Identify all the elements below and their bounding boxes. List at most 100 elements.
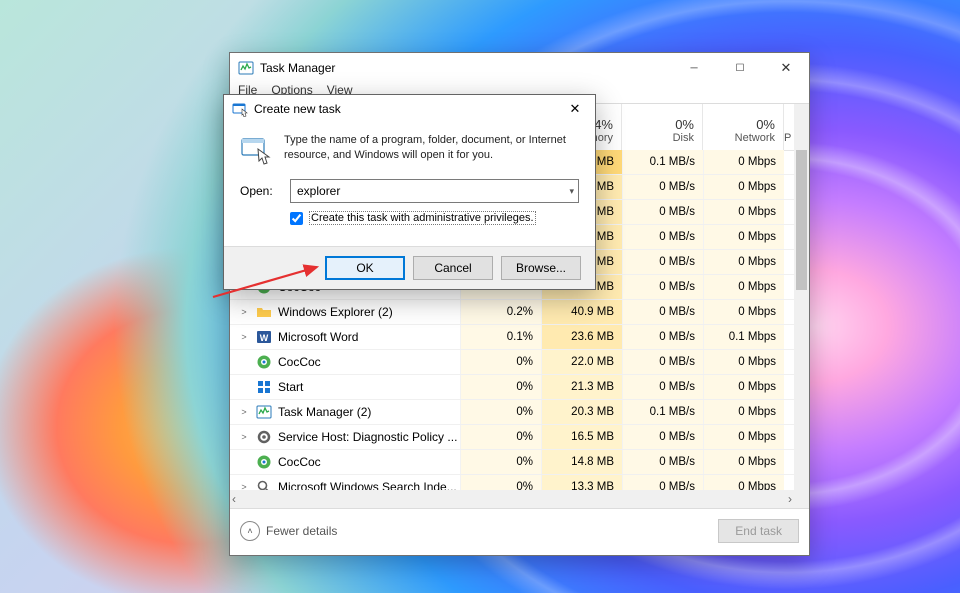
- browse-button[interactable]: Browse...: [501, 256, 581, 280]
- memory-cell: 22.0 MB: [541, 350, 622, 374]
- dialog-titlebar[interactable]: Create new task ✕: [224, 95, 595, 123]
- disk-cell: 0.1 MB/s: [622, 150, 703, 174]
- expand-icon[interactable]: >: [238, 307, 250, 317]
- expand-icon[interactable]: >: [238, 432, 250, 442]
- end-task-button[interactable]: End task: [718, 519, 799, 543]
- process-icon: [256, 454, 272, 470]
- process-icon: W: [256, 329, 272, 345]
- cancel-button[interactable]: Cancel: [413, 256, 493, 280]
- fewer-details-button[interactable]: ˄ Fewer details: [240, 521, 337, 541]
- cpu-cell: 0%: [460, 400, 541, 424]
- open-label: Open:: [240, 184, 280, 198]
- memory-cell: 40.9 MB: [541, 300, 622, 324]
- cpu-cell: 0.2%: [460, 300, 541, 324]
- disk-cell: 0 MB/s: [622, 475, 703, 490]
- disk-cell: 0 MB/s: [622, 225, 703, 249]
- disk-cell: 0 MB/s: [622, 350, 703, 374]
- run-large-icon: [240, 133, 272, 165]
- table-row[interactable]: > Windows Explorer (2) 0.2%40.9 MB0 MB/s0 …: [230, 300, 794, 325]
- admin-checkbox[interactable]: [290, 212, 303, 225]
- process-name: Service Host: Diagnostic Policy ...: [278, 430, 457, 444]
- table-row[interactable]: > Microsoft Windows Search Inde...0%13.3 …: [230, 475, 794, 490]
- process-name: Windows Explorer (2): [278, 305, 393, 319]
- taskmgr-icon: [238, 60, 254, 76]
- network-cell: 0 Mbps: [703, 300, 784, 324]
- disk-cell: 0 MB/s: [622, 300, 703, 324]
- disk-cell: 0 MB/s: [622, 375, 703, 399]
- dialog-close-button[interactable]: ✕: [555, 95, 595, 123]
- memory-cell: 14.8 MB: [541, 450, 622, 474]
- disk-cell: 0 MB/s: [622, 425, 703, 449]
- network-cell: 0 Mbps: [703, 375, 784, 399]
- network-cell: 0 Mbps: [703, 350, 784, 374]
- network-cell: 0 Mbps: [703, 400, 784, 424]
- minimize-button[interactable]: ─: [671, 53, 717, 83]
- network-cell: 0 Mbps: [703, 275, 784, 299]
- disk-cell: 0 MB/s: [622, 200, 703, 224]
- process-icon: [256, 479, 272, 490]
- memory-cell: 20.3 MB: [541, 400, 622, 424]
- cpu-cell: 0%: [460, 425, 541, 449]
- admin-label: Create this task with administrative pri…: [309, 211, 536, 225]
- memory-cell: 21.3 MB: [541, 375, 622, 399]
- process-name: CocCoc: [278, 455, 321, 469]
- svg-text:W: W: [260, 333, 269, 343]
- process-name: Task Manager (2): [278, 405, 371, 419]
- run-icon: [232, 101, 248, 117]
- expand-icon[interactable]: >: [238, 482, 250, 490]
- disk-cell: 0 MB/s: [622, 175, 703, 199]
- expand-icon[interactable]: >: [238, 407, 250, 417]
- memory-cell: 13.3 MB: [541, 475, 622, 490]
- cpu-cell: 0%: [460, 475, 541, 490]
- table-row[interactable]: CocCoc 0%22.0 MB0 MB/s0 Mbps: [230, 350, 794, 375]
- table-row[interactable]: Start 0%21.3 MB0 MB/s0 Mbps: [230, 375, 794, 400]
- disk-cell: 0 MB/s: [622, 325, 703, 349]
- titlebar[interactable]: Task Manager ─ ☐ ✕: [230, 53, 809, 83]
- column-extra[interactable]: P: [783, 104, 794, 150]
- process-icon: [256, 429, 272, 445]
- chevron-down-icon: ▾: [569, 186, 574, 197]
- close-button[interactable]: ✕: [763, 53, 809, 83]
- disk-cell: 0 MB/s: [622, 250, 703, 274]
- dialog-description: Type the name of a program, folder, docu…: [284, 133, 579, 165]
- process-name: Microsoft Windows Search Inde...: [278, 480, 457, 490]
- window-title: Task Manager: [260, 61, 671, 75]
- create-new-task-dialog: Create new task ✕ Type the name of a pro…: [223, 94, 596, 290]
- open-value: explorer: [297, 184, 340, 198]
- vertical-scrollbar[interactable]: [794, 104, 809, 508]
- network-cell: 0 Mbps: [703, 450, 784, 474]
- table-row[interactable]: CocCoc0%14.8 MB0 MB/s0 Mbps: [230, 450, 794, 475]
- network-cell: 0 Mbps: [703, 150, 784, 174]
- chevron-up-icon: ˄: [240, 521, 260, 541]
- network-cell: 0 Mbps: [703, 425, 784, 449]
- process-name: Start: [278, 380, 303, 394]
- process-name: CocCoc: [278, 355, 321, 369]
- cpu-cell: 0%: [460, 350, 541, 374]
- cpu-cell: 0%: [460, 375, 541, 399]
- open-combobox[interactable]: explorer ▾: [290, 179, 579, 203]
- maximize-button[interactable]: ☐: [717, 53, 763, 83]
- process-icon: [256, 379, 272, 395]
- ok-button[interactable]: OK: [325, 256, 405, 280]
- expand-icon[interactable]: >: [238, 332, 250, 342]
- memory-cell: 23.6 MB: [541, 325, 622, 349]
- column-network[interactable]: 0%Network: [702, 104, 783, 150]
- disk-cell: 0 MB/s: [622, 275, 703, 299]
- table-row[interactable]: > Task Manager (2) 0%20.3 MB0.1 MB/s0 Mbps: [230, 400, 794, 425]
- network-cell: 0 Mbps: [703, 200, 784, 224]
- disk-cell: 0 MB/s: [622, 450, 703, 474]
- network-cell: 0 Mbps: [703, 475, 784, 490]
- table-row[interactable]: > W Microsoft Word 0.1%23.6 MB0 MB/s0.1 Mbp…: [230, 325, 794, 350]
- dialog-title: Create new task: [254, 102, 555, 116]
- network-cell: 0 Mbps: [703, 175, 784, 199]
- cpu-cell: 0.1%: [460, 325, 541, 349]
- admin-checkbox-row[interactable]: Create this task with administrative pri…: [290, 211, 579, 225]
- process-icon: [256, 404, 272, 420]
- column-disk[interactable]: 0%Disk: [621, 104, 702, 150]
- network-cell: 0.1 Mbps: [703, 325, 784, 349]
- table-row[interactable]: > Service Host: Diagnostic Policy ...0%16…: [230, 425, 794, 450]
- process-name: Microsoft Word: [278, 330, 358, 344]
- memory-cell: 16.5 MB: [541, 425, 622, 449]
- horizontal-scrollbar[interactable]: ‹›: [230, 490, 794, 508]
- disk-cell: 0.1 MB/s: [622, 400, 703, 424]
